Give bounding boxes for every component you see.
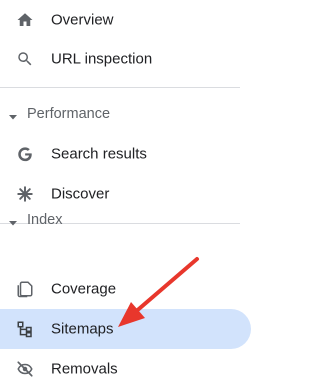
section-title: Index — [27, 212, 63, 228]
nav-item-url-inspection[interactable]: URL inspection — [0, 39, 240, 79]
nav-item-label: Discover — [51, 185, 110, 203]
sitemap-icon — [14, 318, 36, 340]
nav-item-label: Removals — [51, 360, 118, 378]
nav-item-coverage[interactable]: Coverage — [0, 269, 240, 309]
nav-item-label: Coverage — [51, 280, 117, 298]
home-icon — [14, 9, 36, 31]
copy-icon — [14, 278, 36, 300]
nav-item-label: Search results — [51, 145, 147, 163]
sidebar-nav: Overview URL inspection Performance Sear… — [0, 0, 266, 391]
section-title: Performance — [27, 106, 111, 122]
nav-item-label: Sitemaps — [51, 320, 114, 338]
caret-down-icon — [8, 109, 18, 120]
divider — [0, 87, 240, 88]
nav-item-search-results[interactable]: Search results — [0, 134, 240, 174]
search-icon — [14, 48, 36, 70]
nav-item-label: URL inspection — [51, 50, 153, 68]
eye-off-icon — [14, 358, 36, 380]
section-header-index[interactable]: Index — [0, 206, 260, 234]
google-g-icon — [14, 143, 36, 165]
nav-item-overview[interactable]: Overview — [0, 0, 240, 40]
section-header-performance[interactable]: Performance — [0, 100, 260, 128]
nav-item-label: Overview — [51, 11, 114, 29]
asterisk-icon — [14, 183, 36, 205]
caret-down-icon — [8, 215, 18, 226]
nav-item-removals[interactable]: Removals — [0, 349, 240, 389]
nav-item-sitemaps[interactable]: Sitemaps — [0, 309, 251, 349]
